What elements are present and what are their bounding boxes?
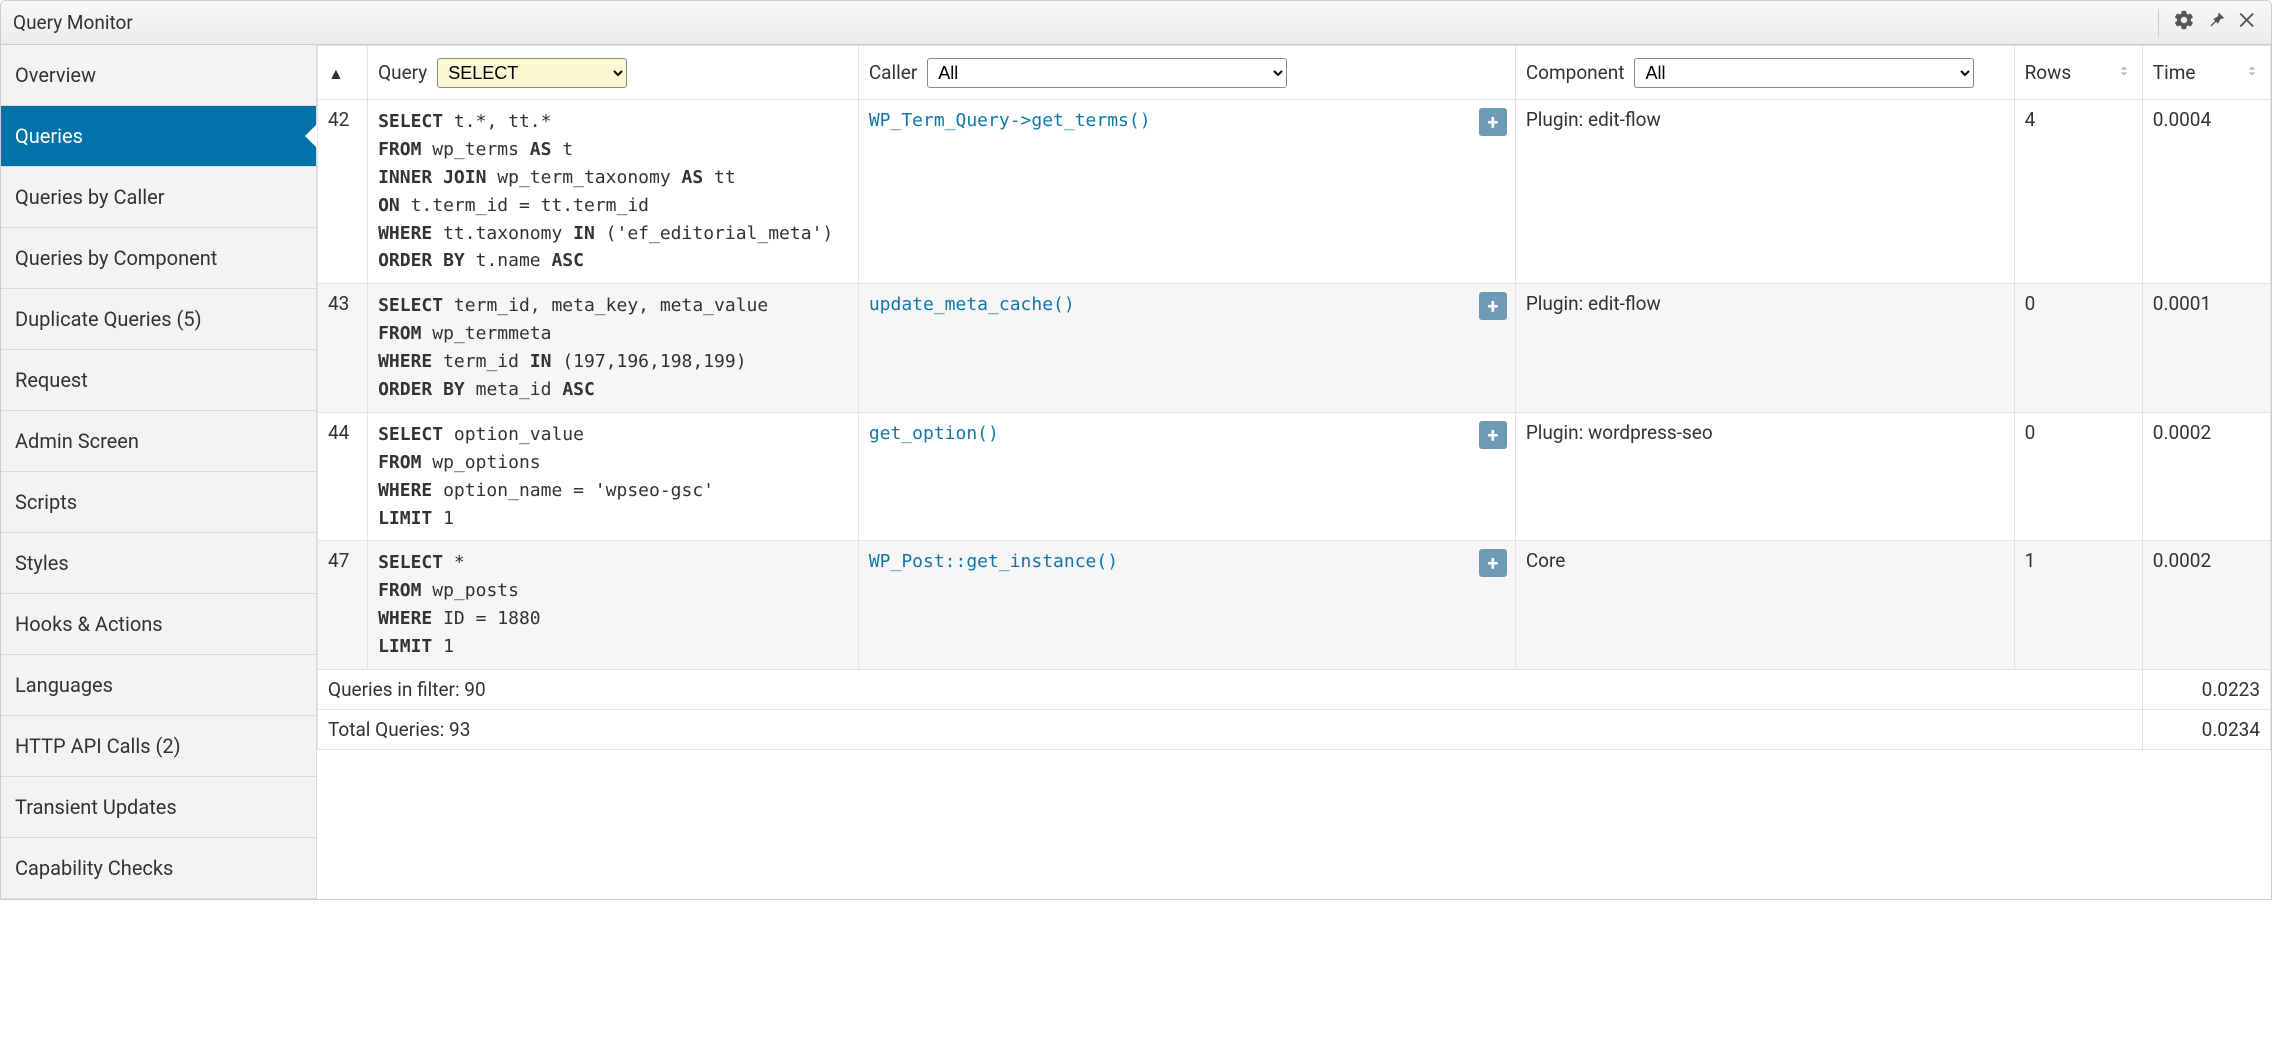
footer-filter-time: 0.0223 <box>2142 670 2270 710</box>
query-cell: SELECT term_id, meta_key, meta_value FRO… <box>368 284 859 413</box>
panel-header-actions <box>2158 9 2259 37</box>
sidebar-item-overview[interactable]: Overview <box>1 45 316 106</box>
query-cell: SELECT * FROM wp_posts WHERE ID = 1880 L… <box>368 541 859 670</box>
queries-table: ▲ Query SELECT Call <box>317 45 2271 750</box>
sidebar-item-hooks-actions[interactable]: Hooks & Actions <box>1 594 316 655</box>
row-number: 47 <box>318 541 368 670</box>
sql-code: SELECT option_value FROM wp_options WHER… <box>378 421 848 533</box>
sidebar-item-request[interactable]: Request <box>1 350 316 411</box>
sidebar: OverviewQueriesQueries by CallerQueries … <box>1 45 317 899</box>
caller-filter[interactable]: All <box>927 58 1287 88</box>
col-query-header: Query SELECT <box>368 46 859 100</box>
query-monitor-panel: Query Monitor OverviewQueriesQueries by … <box>0 0 2272 900</box>
time-cell: 0.0002 <box>2142 412 2270 541</box>
expand-caller-button[interactable]: + <box>1479 292 1507 320</box>
col-rows-header[interactable]: Rows <box>2014 46 2142 100</box>
caller-link[interactable]: get_option() <box>869 423 999 444</box>
component-cell: Plugin: edit-flow <box>1515 284 2014 413</box>
col-time-header[interactable]: Time <box>2142 46 2270 100</box>
sidebar-item-http-api-calls-2[interactable]: HTTP API Calls (2) <box>1 716 316 777</box>
settings-button[interactable] <box>2173 9 2195 36</box>
col-caller-label: Caller <box>869 61 917 84</box>
panel-header: Query Monitor <box>1 1 2271 45</box>
sort-icon <box>2244 61 2260 84</box>
sql-code: SELECT * FROM wp_posts WHERE ID = 1880 L… <box>378 549 848 661</box>
row-number: 43 <box>318 284 368 413</box>
query-type-filter[interactable]: SELECT <box>437 58 627 88</box>
sidebar-item-duplicate-queries-5[interactable]: Duplicate Queries (5) <box>1 289 316 350</box>
sidebar-item-styles[interactable]: Styles <box>1 533 316 594</box>
col-component-header: Component All <box>1515 46 2014 100</box>
rows-cell: 4 <box>2014 100 2142 284</box>
sidebar-item-admin-screen[interactable]: Admin Screen <box>1 411 316 472</box>
sidebar-item-languages[interactable]: Languages <box>1 655 316 716</box>
caller-link[interactable]: update_meta_cache() <box>869 294 1075 315</box>
sidebar-item-queries-by-component[interactable]: Queries by Component <box>1 228 316 289</box>
footer-total-label: Total Queries: 93 <box>318 710 2143 750</box>
sort-icon <box>2116 61 2132 84</box>
query-cell: SELECT option_value FROM wp_options WHER… <box>368 412 859 541</box>
row-number: 42 <box>318 100 368 284</box>
col-time-label: Time <box>2153 61 2196 84</box>
rows-cell: 0 <box>2014 284 2142 413</box>
table-row: 44SELECT option_value FROM wp_options WH… <box>318 412 2271 541</box>
caller-link[interactable]: WP_Post::get_instance() <box>869 551 1118 572</box>
caller-link[interactable]: WP_Term_Query->get_terms() <box>869 110 1151 131</box>
rows-cell: 0 <box>2014 412 2142 541</box>
sidebar-item-transient-updates[interactable]: Transient Updates <box>1 777 316 838</box>
col-component-label: Component <box>1526 61 1625 84</box>
footer-total-row: Total Queries: 93 0.0234 <box>318 710 2271 750</box>
main-content: ▲ Query SELECT Call <box>317 45 2271 899</box>
close-button[interactable] <box>2237 9 2259 36</box>
component-cell: Plugin: wordpress-seo <box>1515 412 2014 541</box>
time-cell: 0.0001 <box>2142 284 2270 413</box>
panel-title: Query Monitor <box>13 11 133 34</box>
table-row: 43SELECT term_id, meta_key, meta_value F… <box>318 284 2271 413</box>
col-sort-number[interactable]: ▲ <box>318 46 368 100</box>
footer-filter-row: Queries in filter: 90 0.0223 <box>318 670 2271 710</box>
pin-button[interactable] <box>2205 9 2227 36</box>
time-cell: 0.0002 <box>2142 541 2270 670</box>
gear-icon <box>2173 9 2195 36</box>
close-icon <box>2237 9 2259 36</box>
query-cell: SELECT t.*, tt.* FROM wp_terms AS t INNE… <box>368 100 859 284</box>
sql-code: SELECT t.*, tt.* FROM wp_terms AS t INNE… <box>378 108 848 275</box>
col-caller-header: Caller All <box>858 46 1515 100</box>
header-separator <box>2158 9 2159 37</box>
rows-cell: 1 <box>2014 541 2142 670</box>
pin-icon <box>2205 9 2227 36</box>
row-number: 44 <box>318 412 368 541</box>
component-cell: Plugin: edit-flow <box>1515 100 2014 284</box>
col-query-label: Query <box>378 61 427 84</box>
sql-code: SELECT term_id, meta_key, meta_value FRO… <box>378 292 848 404</box>
caller-cell: get_option() + <box>858 412 1515 541</box>
component-filter[interactable]: All <box>1634 58 1974 88</box>
expand-caller-button[interactable]: + <box>1479 108 1507 136</box>
table-row: 47SELECT * FROM wp_posts WHERE ID = 1880… <box>318 541 2271 670</box>
expand-caller-button[interactable]: + <box>1479 421 1507 449</box>
footer-filter-label: Queries in filter: 90 <box>318 670 2143 710</box>
time-cell: 0.0004 <box>2142 100 2270 284</box>
sidebar-item-queries[interactable]: Queries <box>1 106 316 167</box>
table-row: 42SELECT t.*, tt.* FROM wp_terms AS t IN… <box>318 100 2271 284</box>
col-rows-label: Rows <box>2025 61 2072 84</box>
caller-cell: update_meta_cache() + <box>858 284 1515 413</box>
footer-total-time: 0.0234 <box>2142 710 2270 750</box>
sort-asc-icon: ▲ <box>328 64 344 83</box>
sidebar-item-queries-by-caller[interactable]: Queries by Caller <box>1 167 316 228</box>
expand-caller-button[interactable]: + <box>1479 549 1507 577</box>
sidebar-item-scripts[interactable]: Scripts <box>1 472 316 533</box>
component-cell: Core <box>1515 541 2014 670</box>
sidebar-item-capability-checks[interactable]: Capability Checks <box>1 838 316 899</box>
caller-cell: WP_Term_Query->get_terms() + <box>858 100 1515 284</box>
caller-cell: WP_Post::get_instance() + <box>858 541 1515 670</box>
